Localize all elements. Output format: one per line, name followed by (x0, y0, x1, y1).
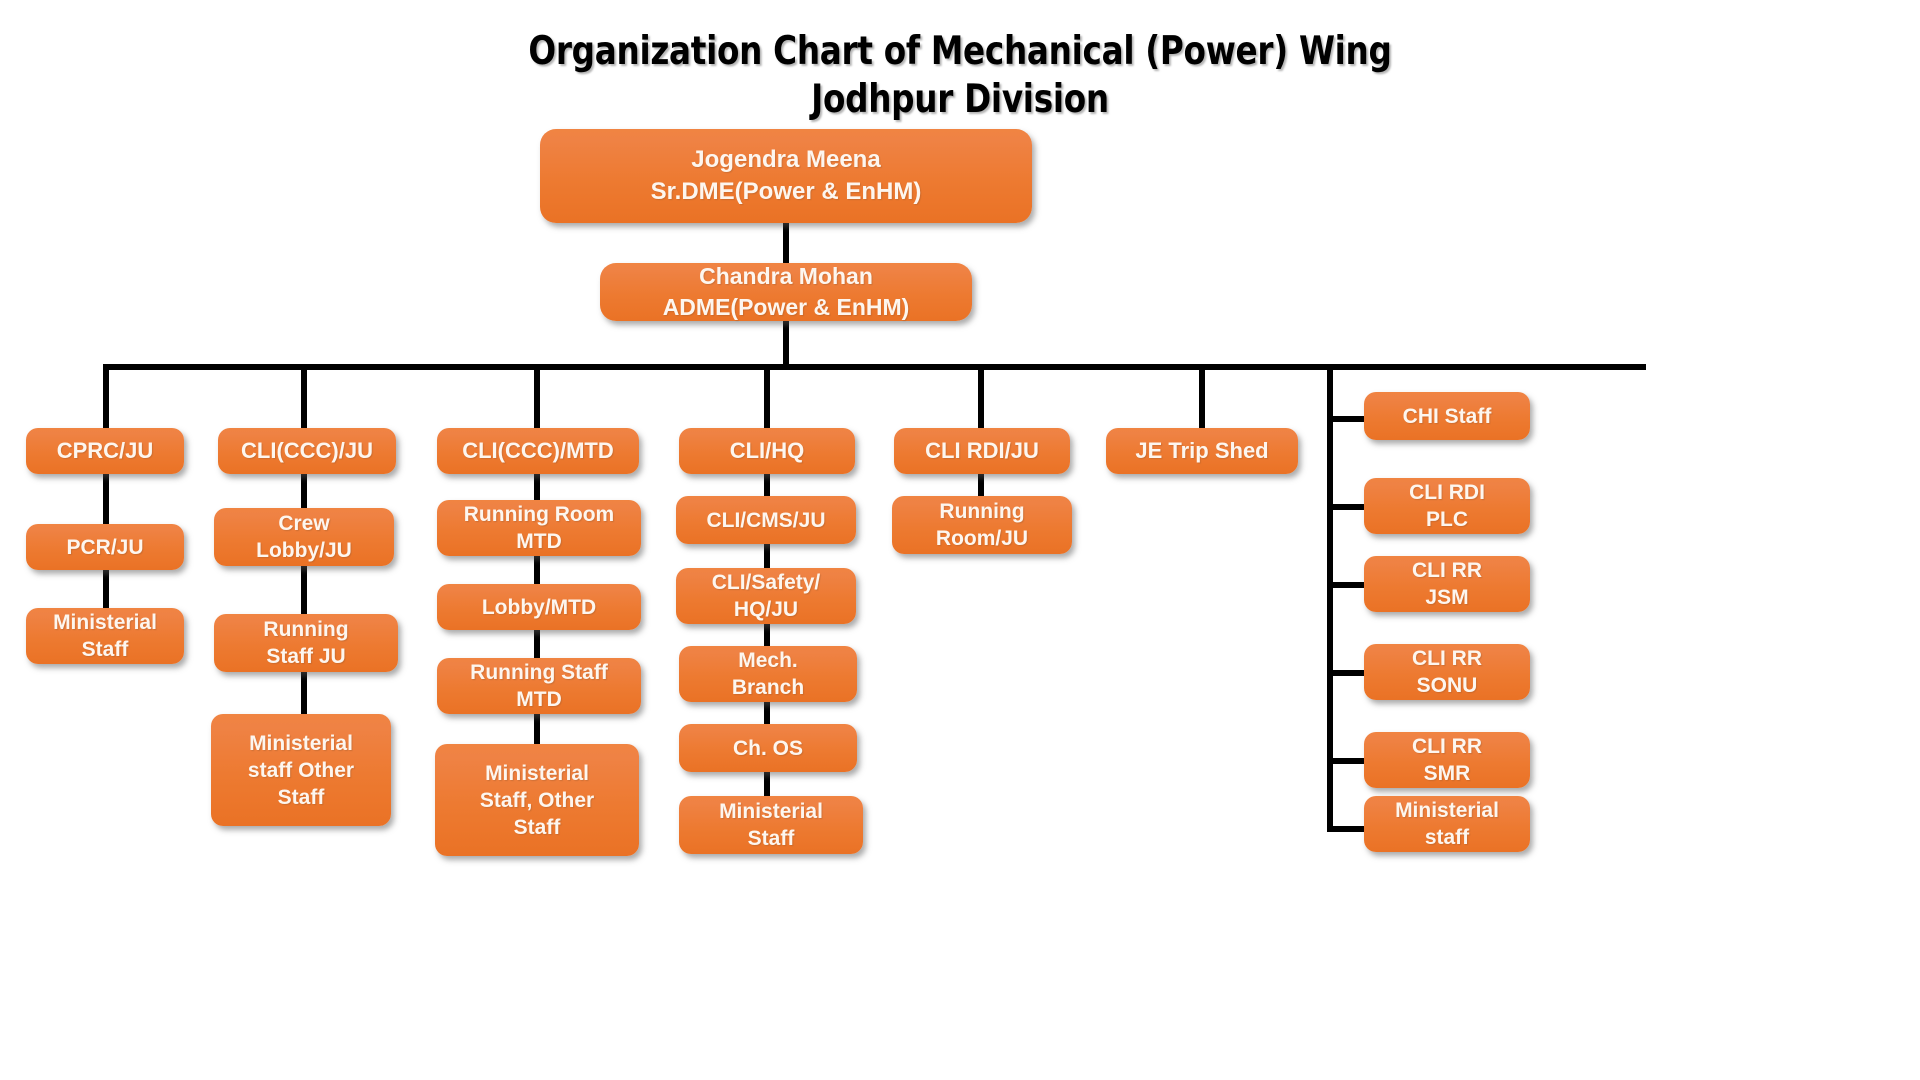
org-chart-canvas: Organization Chart of Mechanical (Power)… (0, 0, 1920, 1080)
node-branch-cli-ccc-mtd[interactable]: CLI(CCC)/MTD (437, 428, 639, 474)
connector-hq-chain-4 (764, 700, 770, 726)
connector-hq-chain-2 (764, 544, 770, 570)
connector-cprc-chain-2 (103, 566, 109, 612)
node-chi-staff-label: CHI Staff (1402, 404, 1492, 428)
node-cli-rdi-plc[interactable]: CLI RDI PLC (1364, 478, 1530, 534)
connector-main-bus (103, 364, 1646, 370)
node-cli-cms-ju-label: CLI/CMS/JU (706, 508, 826, 532)
node-root[interactable]: Jogendra Meena Sr.DME(Power & EnHM) (540, 129, 1032, 223)
node-root-label: Jogendra Meena Sr.DME(Power & EnHM) (650, 146, 922, 205)
connector-cprc-chain-1 (103, 466, 109, 526)
node-running-room-ju-label: Running Room/JU (935, 500, 1029, 550)
node-branch-cprc[interactable]: CPRC/JU (26, 428, 184, 474)
node-branch-cli-ccc-ju[interactable]: CLI(CCC)/JU (218, 428, 396, 474)
node-cli-rr-smr-label: CLI RR SMR (1412, 735, 1482, 785)
node-cli-rr-smr[interactable]: CLI RR SMR (1364, 732, 1530, 788)
node-running-staff-ju-label: Running Staff JU (263, 618, 349, 668)
node-chi-staff[interactable]: CHI Staff (1364, 392, 1530, 440)
node-cli-cms-ju[interactable]: CLI/CMS/JU (676, 496, 856, 544)
node-cccmtd-ministerial-other-staff[interactable]: Ministerial Staff, Other Staff (435, 744, 639, 856)
node-branch-cli-rdi-ju-label: CLI RDI/JU (925, 438, 1039, 463)
node-cli-rr-sonu-label: CLI RR SONU (1412, 647, 1482, 697)
node-right-ministerial-staff[interactable]: Ministerial staff (1364, 796, 1530, 852)
node-cprc-ministerial-staff-label: Ministerial Staff (53, 611, 157, 661)
node-cccju-ministerial-other-staff-label: Ministerial staff Other Staff (247, 731, 355, 809)
node-right-ministerial-staff-label: Ministerial staff (1395, 799, 1499, 849)
node-cccmtd-ministerial-other-staff-label: Ministerial Staff, Other Staff (479, 761, 595, 839)
node-cli-rdi-plc-label: CLI RDI PLC (1409, 481, 1485, 531)
node-hq-ministerial-staff-label: Ministerial Staff (719, 800, 823, 850)
node-branch-je-trip-shed[interactable]: JE Trip Shed (1106, 428, 1298, 474)
connector-bus-to-cli-rdi (978, 364, 984, 430)
node-lobby-mtd[interactable]: Lobby/MTD (437, 584, 641, 630)
node-ch-os[interactable]: Ch. OS (679, 724, 857, 772)
node-running-room-mtd[interactable]: Running Room MTD (437, 500, 641, 556)
connector-bus-to-cliccc-ju (301, 364, 307, 430)
connector-hq-chain-5 (764, 772, 770, 798)
connector-cccju-chain-2 (301, 564, 307, 616)
node-branch-cli-hq-label: CLI/HQ (729, 438, 805, 463)
node-cli-rr-jsm-label: CLI RR JSM (1412, 559, 1482, 609)
connector-bus-to-je-trip (1199, 364, 1205, 430)
node-branch-cli-ccc-mtd-label: CLI(CCC)/MTD (462, 438, 614, 463)
connector-bus-to-cliccc-mtd (534, 364, 540, 430)
node-running-room-ju[interactable]: Running Room/JU (892, 496, 1072, 554)
node-cli-safety-hq-ju-label: CLI/Safety/ HQ/JU (711, 571, 821, 621)
node-cli-rr-jsm[interactable]: CLI RR JSM (1364, 556, 1530, 612)
connector-cccmtd-chain-3 (534, 628, 540, 660)
connector-cccju-chain-3 (301, 668, 307, 718)
page-title: Organization Chart of Mechanical (Power)… (528, 29, 1392, 122)
connector-rdi-chain-1 (978, 470, 984, 498)
node-branch-cli-ccc-ju-label: CLI(CCC)/JU (241, 438, 373, 463)
node-running-staff-mtd-label: Running Staff MTD (470, 661, 608, 711)
node-branch-cli-hq[interactable]: CLI/HQ (679, 428, 855, 474)
node-mech-branch-label: Mech. Branch (731, 649, 805, 699)
connector-bus-to-cprc (103, 364, 109, 430)
node-cli-rr-sonu[interactable]: CLI RR SONU (1364, 644, 1530, 700)
node-cli-safety-hq-ju[interactable]: CLI/Safety/ HQ/JU (676, 568, 856, 624)
connector-hq-chain-3 (764, 622, 770, 648)
node-second[interactable]: Chandra Mohan ADME(Power & EnHM) (600, 263, 972, 321)
node-mech-branch[interactable]: Mech. Branch (679, 646, 857, 702)
node-lobby-mtd-label: Lobby/MTD (481, 595, 597, 619)
node-running-staff-ju[interactable]: Running Staff JU (214, 614, 398, 672)
node-crew-lobby-ju-label: Crew Lobby/JU (256, 512, 352, 562)
node-running-staff-mtd[interactable]: Running Staff MTD (437, 658, 641, 714)
connector-hq-chain-1 (764, 470, 770, 498)
node-pcr-ju[interactable]: PCR/JU (26, 524, 184, 570)
connector-bus-to-cli-hq (764, 364, 770, 430)
node-branch-cli-rdi-ju[interactable]: CLI RDI/JU (894, 428, 1070, 474)
node-cprc-ministerial-staff[interactable]: Ministerial Staff (26, 608, 184, 664)
node-second-label: Chandra Mohan ADME(Power & EnHM) (662, 263, 910, 320)
node-ch-os-label: Ch. OS (732, 736, 803, 760)
node-cccju-ministerial-other-staff[interactable]: Ministerial staff Other Staff (211, 714, 391, 826)
node-hq-ministerial-staff[interactable]: Ministerial Staff (679, 796, 863, 854)
connector-second-down (783, 321, 789, 365)
node-branch-cprc-label: CPRC/JU (56, 438, 154, 463)
node-running-room-mtd-label: Running Room MTD (463, 503, 615, 553)
node-branch-je-trip-shed-label: JE Trip Shed (1135, 438, 1269, 463)
node-crew-lobby-ju[interactable]: Crew Lobby/JU (214, 508, 394, 566)
node-pcr-ju-label: PCR/JU (66, 535, 144, 559)
